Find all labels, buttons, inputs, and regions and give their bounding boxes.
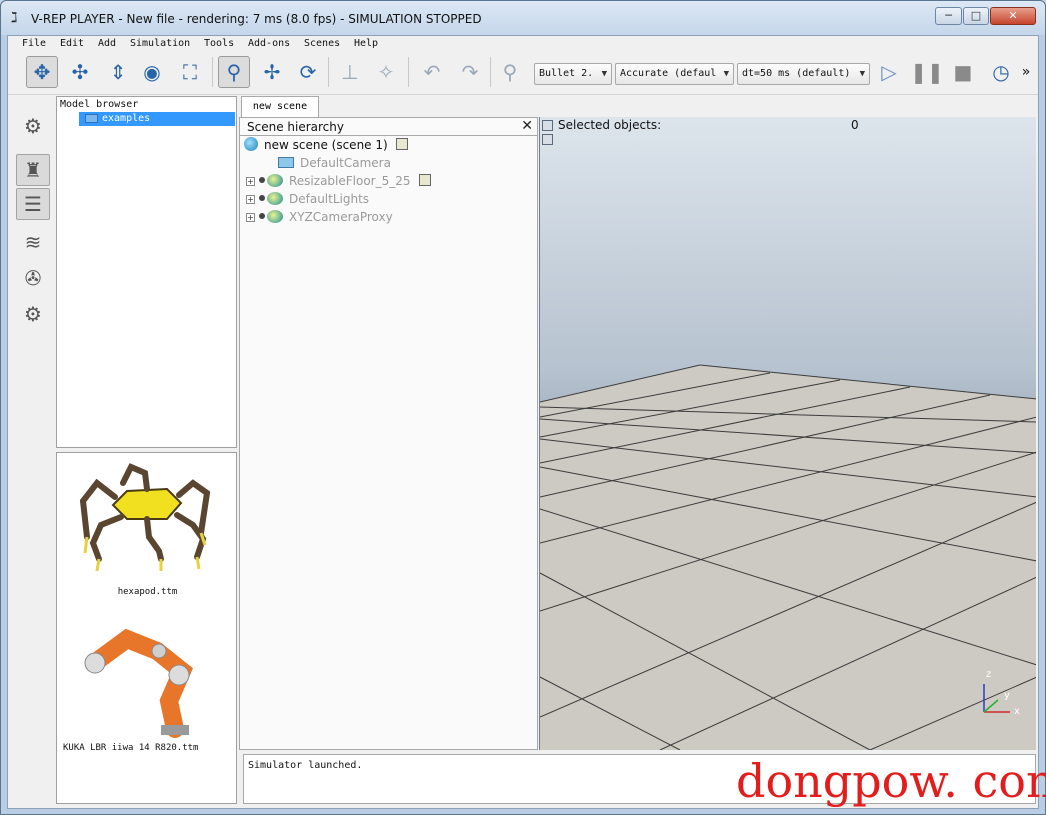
viewport-menu-button[interactable] [542,120,553,131]
close-button[interactable]: ✕ [990,7,1036,25]
axis-gizmo: z y x [983,669,1020,717]
script-icon[interactable] [418,174,431,186]
scene-root-item[interactable]: new scene (scene 1) [244,137,408,153]
selected-objects-label: Selected objects: [558,118,662,132]
menu-simulation[interactable]: Simulation [130,38,190,49]
tree-item-camera-proxy[interactable]: + XYZCameraProxy [246,209,393,225]
camera-icon [278,157,294,168]
model-thumbnails: hexapod.ttm KUKA LBR iiwa 14 R820.ttm [56,452,237,804]
dummy-icon [267,210,283,223]
scene-script-icon[interactable] [395,138,408,150]
left-toolbar: ⚙ ♜ ☰ ≋ ✇ ⚙ [8,96,54,808]
model-browser-tree: Model browser examples [56,96,237,448]
toolbar-overflow-button[interactable]: » [1016,56,1036,88]
app-logo-icon: ℷ [11,10,18,26]
menu-add[interactable]: Add [98,38,116,49]
timestep-select[interactable]: dt=50 ms (default) ▼ [737,63,870,85]
play-icon[interactable]: ▷ [874,56,904,88]
axis-y-label: y [1004,690,1010,701]
shape-icon [267,174,283,187]
bullet-icon [259,213,265,219]
chevron-down-icon: ▼ [859,69,865,79]
menu-tools[interactable]: Tools [204,38,234,49]
scene-hierarchy-title: Scene hierarchy [247,120,344,134]
scene-hierarchy-panel: Scene hierarchy ✕ new scene (scene 1) De… [239,117,538,750]
menu-file[interactable]: File [22,38,46,49]
expand-icon[interactable]: + [246,213,255,222]
watermark-text: dongpow. com [736,754,1046,808]
folder-icon [85,114,98,123]
minimize-button[interactable]: ─ [935,7,962,25]
close-icon[interactable]: ✕ [521,118,533,134]
bullet-icon [259,195,265,201]
camera-rotate-icon[interactable]: ✣ [64,56,96,88]
selected-objects-count: 0 [851,118,859,132]
model-browser-header: Model browser [60,99,139,110]
stop-icon[interactable]: ■ [948,56,978,88]
viewport-option-button[interactable] [542,134,553,145]
thumbnail-label-kuka: KUKA LBR iiwa 14 R820.ttm [63,743,199,753]
dynamics-icon[interactable]: ⚲ [498,56,522,88]
redo-icon[interactable]: ↷ [454,56,486,88]
accuracy-select[interactable]: Accurate (defaul ▼ [615,63,734,85]
console-message: Simulator launched. [248,760,363,771]
floor-grid [540,364,1036,750]
folder-item-examples[interactable]: examples [79,112,235,126]
video-recorder-icon[interactable]: ✇ [16,262,50,294]
camera-pan-icon[interactable]: ✥ [26,56,58,88]
pause-icon[interactable]: ❚❚ [910,56,944,88]
maximize-button[interactable]: □ [963,7,989,25]
bullet-icon [259,177,265,183]
thumbnail-label-hexapod: hexapod.ttm [117,587,178,597]
menu-bar: File Edit Add Simulation Tools Add-ons S… [8,36,1038,53]
tab-new-scene[interactable]: new scene [241,96,319,117]
tree-item-lights[interactable]: + DefaultLights [246,191,369,207]
layers-icon[interactable]: ≋ [16,226,50,258]
chevron-down-icon: ▼ [723,69,729,79]
assemble-icon[interactable]: ⊥ [334,56,366,88]
menu-edit[interactable]: Edit [60,38,84,49]
camera-angle-icon[interactable]: ◉ [136,56,168,88]
dummy-icon [267,192,283,205]
realtime-clock-icon[interactable]: ◷ [986,56,1016,88]
camera-shift-icon[interactable]: ⇕ [102,56,134,88]
object-rotate-icon[interactable]: ⟳ [292,56,324,88]
menu-addons[interactable]: Add-ons [248,38,290,49]
menu-help[interactable]: Help [354,38,378,49]
physics-engine-select[interactable]: Bullet 2. ▼ [534,63,612,85]
expand-icon[interactable]: + [246,195,255,204]
object-shift-icon[interactable]: ✢ [256,56,288,88]
title-bar: ℷ V-REP PLAYER - New file - rendering: 7… [1,1,1045,35]
user-settings-icon[interactable]: ⚙ [16,298,50,330]
3d-viewport[interactable]: Selected objects: 0 z y x [539,117,1036,750]
client-area: File Edit Add Simulation Tools Add-ons S… [7,35,1039,809]
transfer-dna-icon[interactable]: ✧ [370,56,402,88]
scene-tab-bar: new scene [239,96,1038,117]
tree-item-floor[interactable]: + ResizableFloor_5_25 [246,173,431,189]
window-title: V-REP PLAYER - New file - rendering: 7 m… [31,12,482,26]
undo-icon[interactable]: ↶ [416,56,448,88]
hexapod-thumbnail[interactable] [57,453,238,593]
click-select-icon[interactable]: ⚲ [218,56,250,88]
expand-icon[interactable]: + [246,177,255,186]
main-toolbar: ✥ ✣ ⇕ ◉ ⛶ ⚲ ✢ ⟳ ⊥ ✧ ↶ ↷ ⚲ Bullet 2. ▼ Acc… [8,53,1038,95]
tree-item-camera[interactable]: DefaultCamera [278,155,391,171]
chevron-down-icon: ▼ [601,69,607,79]
app-window: ℷ V-REP PLAYER - New file - rendering: 7… [0,0,1046,815]
kuka-arm-thumbnail[interactable] [57,611,238,741]
scene-globe-icon [244,137,258,151]
axis-z-label: z [986,669,991,680]
axis-x-label: x [1014,706,1020,717]
model-browser-icon[interactable]: ♜ [16,154,50,186]
simulation-settings-icon[interactable]: ⚙ [16,110,50,142]
menu-scenes[interactable]: Scenes [304,38,340,49]
scene-hierarchy-icon[interactable]: ☰ [16,188,50,220]
fit-to-view-icon[interactable]: ⛶ [174,56,206,88]
